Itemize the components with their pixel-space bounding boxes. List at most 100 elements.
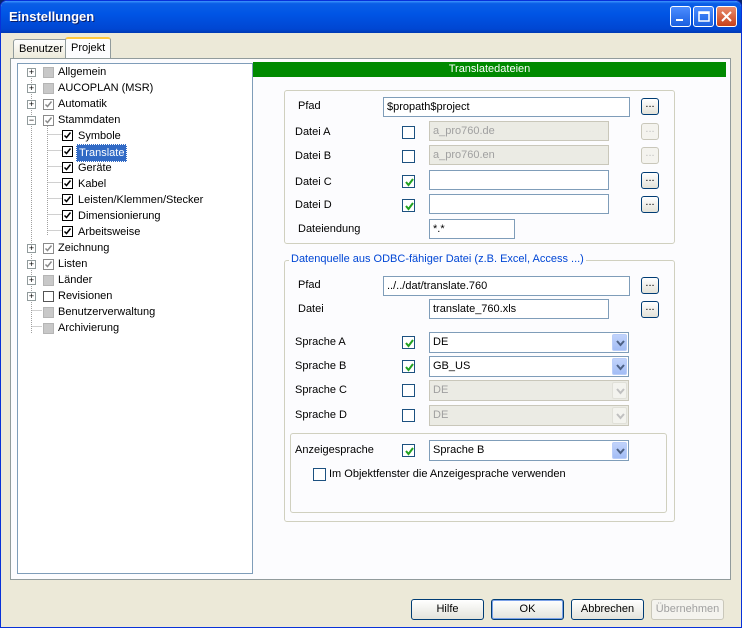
- sprache-d-checkbox[interactable]: [402, 409, 415, 422]
- tree-checkbox[interactable]: [62, 226, 73, 237]
- sprache-c-select[interactable]: DE: [429, 380, 629, 401]
- datei-b-browse-button[interactable]: ...: [641, 147, 659, 164]
- odbc-datei-browse-button[interactable]: ...: [641, 301, 659, 318]
- tree-item-symbole[interactable]: Symbole: [18, 128, 248, 144]
- datei-c-field[interactable]: [429, 170, 609, 190]
- hilfe-button[interactable]: Hilfe: [411, 599, 484, 620]
- tree-checkbox[interactable]: [43, 243, 54, 254]
- tree-checkbox[interactable]: [43, 323, 54, 334]
- sprache-b-checkbox[interactable]: [402, 360, 415, 373]
- collapse-icon[interactable]: −: [27, 116, 36, 125]
- tree-label: Symbole: [78, 130, 121, 142]
- sprache-b-value: GB_US: [433, 360, 471, 372]
- sprache-a-checkbox[interactable]: [402, 336, 415, 349]
- pfad-browse-button[interactable]: ...: [641, 98, 659, 115]
- datei-a-field[interactable]: a_pro760.de: [429, 121, 609, 141]
- tree-item-laender[interactable]: + Länder: [18, 272, 248, 288]
- tab-benutzer[interactable]: Benutzer: [13, 39, 70, 59]
- tree-item-listen[interactable]: + Listen: [18, 256, 248, 272]
- tree-checkbox[interactable]: [62, 194, 73, 205]
- abbrechen-button[interactable]: Abbrechen: [571, 599, 644, 620]
- tree-checkbox[interactable]: [62, 130, 73, 141]
- tree-item-allgemein[interactable]: + Allgemein: [18, 64, 248, 80]
- expand-icon[interactable]: +: [27, 100, 36, 109]
- datei-c-browse-button[interactable]: ...: [641, 172, 659, 189]
- ok-button[interactable]: OK: [491, 599, 564, 620]
- datei-a-browse-button[interactable]: ...: [641, 123, 659, 140]
- close-icon: [721, 11, 732, 22]
- tab-benutzer-label: Benutzer: [19, 43, 64, 55]
- tree-checkbox[interactable]: [43, 275, 54, 286]
- objektfenster-checkbox[interactable]: [313, 468, 326, 481]
- anzeigesprache-select[interactable]: Sprache B: [429, 440, 629, 461]
- tree-checkbox[interactable]: [43, 259, 54, 270]
- chevron-down-icon[interactable]: [612, 442, 627, 459]
- chevron-down-icon[interactable]: [612, 407, 627, 424]
- tree-label: Zeichnung: [58, 242, 110, 254]
- tree-item-benutzerverwaltung[interactable]: Benutzerverwaltung: [18, 304, 248, 320]
- tree-checkbox[interactable]: [43, 67, 54, 78]
- tree-checkbox[interactable]: [43, 83, 54, 94]
- expand-icon[interactable]: +: [27, 260, 36, 269]
- uebernehmen-button[interactable]: Übernehmen: [651, 599, 724, 620]
- datei-b-field[interactable]: a_pro760.en: [429, 145, 609, 165]
- datei-c-checkbox[interactable]: [402, 175, 415, 188]
- dateiendung-field[interactable]: *.*: [429, 219, 515, 239]
- odbc-pfad-browse-button[interactable]: ...: [641, 277, 659, 294]
- close-button[interactable]: [716, 6, 737, 27]
- tree-checkbox[interactable]: [62, 210, 73, 221]
- sprache-c-checkbox[interactable]: [402, 384, 415, 397]
- datei-d-checkbox[interactable]: [402, 199, 415, 212]
- tree-item-aucoplan[interactable]: + AUCOPLAN (MSR): [18, 80, 248, 96]
- sprache-d-select[interactable]: DE: [429, 405, 629, 426]
- check-icon: [63, 196, 72, 203]
- tree-checkbox[interactable]: [43, 291, 54, 302]
- tab-projekt[interactable]: Projekt: [65, 37, 112, 59]
- chevron-down-icon[interactable]: [612, 334, 627, 351]
- panel-header: Translatedateien: [253, 62, 726, 77]
- expand-icon[interactable]: +: [27, 68, 36, 77]
- tree-item-leisten[interactable]: Leisten/Klemmen/Stecker: [18, 192, 248, 208]
- expand-icon[interactable]: +: [27, 84, 36, 93]
- pfad-field[interactable]: $propath$project: [383, 97, 630, 117]
- anzeigesprache-checkbox[interactable]: [402, 444, 415, 457]
- maximize-button[interactable]: [693, 6, 714, 27]
- tree-checkbox[interactable]: [62, 178, 73, 189]
- tree-label: Geräte: [78, 162, 112, 174]
- tree-item-translate[interactable]: Translate: [18, 144, 248, 162]
- sprache-a-select[interactable]: DE: [429, 332, 629, 353]
- tree-item-stammdaten[interactable]: − Stammdaten: [18, 112, 248, 128]
- expand-icon[interactable]: +: [27, 292, 36, 301]
- chevron-down-icon[interactable]: [612, 358, 627, 375]
- minimize-button[interactable]: [670, 6, 691, 27]
- anzeigesprache-value: Sprache B: [433, 444, 485, 456]
- tree-item-arbeitsweise[interactable]: Arbeitsweise: [18, 224, 248, 240]
- tree-item-geraete[interactable]: Geräte: [18, 160, 248, 176]
- tree-checkbox[interactable]: [43, 115, 54, 126]
- tree-item-revisionen[interactable]: + Revisionen: [18, 288, 248, 304]
- check-icon: [63, 212, 72, 219]
- datei-a-checkbox[interactable]: [402, 126, 415, 139]
- datei-d-field[interactable]: [429, 194, 609, 214]
- odbc-datei-field[interactable]: translate_760.xls: [429, 299, 609, 319]
- tree-item-dimensionierung[interactable]: Dimensionierung: [18, 208, 248, 224]
- tree-checkbox[interactable]: [43, 99, 54, 110]
- datei-b-checkbox[interactable]: [402, 150, 415, 163]
- sprache-b-label: Sprache B: [295, 360, 347, 372]
- sprache-b-select[interactable]: GB_US: [429, 356, 629, 377]
- expand-icon[interactable]: +: [27, 244, 36, 253]
- tree-checkbox[interactable]: [62, 146, 73, 157]
- tree-item-automatik[interactable]: + Automatik: [18, 96, 248, 112]
- expand-icon[interactable]: +: [27, 276, 36, 285]
- odbc-pfad-field[interactable]: ../../dat/translate.760: [383, 276, 630, 296]
- tree-item-kabel[interactable]: Kabel: [18, 176, 248, 192]
- tree-checkbox[interactable]: [43, 307, 54, 318]
- settings-tree[interactable]: + Allgemein + AUCOPLAN (MSR) + Automatik…: [17, 63, 253, 574]
- tree-item-archivierung[interactable]: Archivierung: [18, 320, 248, 336]
- objektfenster-label: Im Objektfenster die Anzeigesprache verw…: [329, 468, 566, 480]
- chevron-down-icon[interactable]: [612, 382, 627, 399]
- datei-d-browse-button[interactable]: ...: [641, 196, 659, 213]
- tree-item-zeichnung[interactable]: + Zeichnung: [18, 240, 248, 256]
- tree-checkbox[interactable]: [62, 162, 73, 173]
- title-bar[interactable]: Einstellungen: [1, 1, 741, 33]
